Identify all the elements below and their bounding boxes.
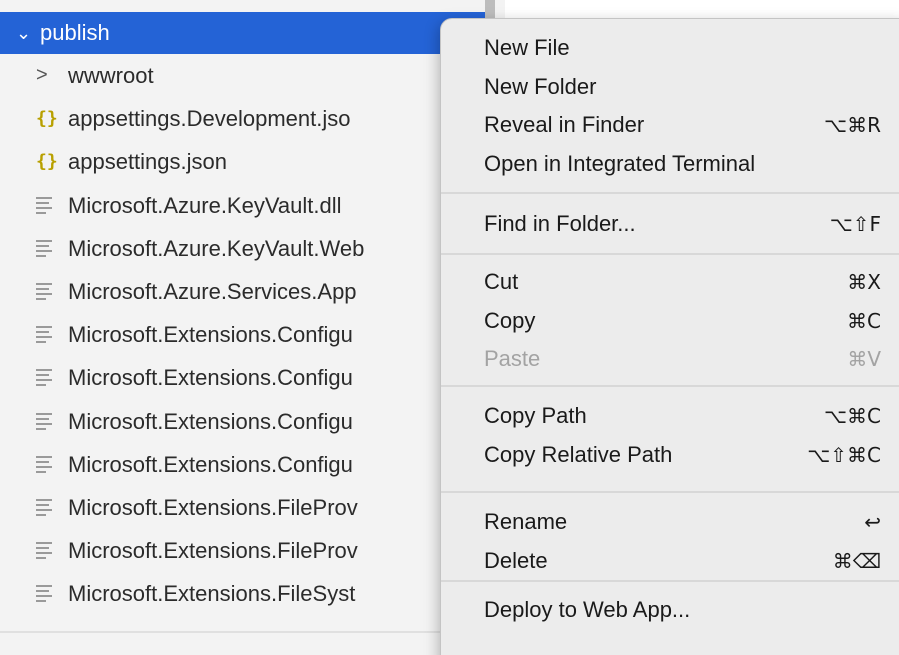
menu-item-label: Deploy to Web App...: [484, 597, 691, 622]
file-lines-icon: [36, 585, 52, 603]
menu-item-rename[interactable]: Rename ↩: [441, 503, 899, 542]
tree-item-label: appsettings.Development.jso: [68, 106, 351, 132]
tree-item[interactable]: Microsoft.Extensions.Configu: [0, 313, 485, 356]
tree-item[interactable]: {} appsettings.Development.jso: [0, 97, 485, 140]
tree-item[interactable]: Microsoft.Azure.KeyVault.dll: [0, 184, 485, 227]
tree-item[interactable]: Microsoft.Extensions.Configu: [0, 356, 485, 399]
file-lines-icon: [36, 455, 52, 474]
menu-item-shortcut: ⌘⌫: [832, 548, 881, 573]
menu-item-shortcut: ⌥⇧⌘C: [807, 442, 881, 467]
menu-item-label: Rename: [484, 509, 568, 534]
menu-item-shortcut: ⌥⌘C: [823, 404, 881, 428]
tree-item[interactable]: {} appsettings.json: [0, 140, 485, 183]
menu-separator: [441, 580, 899, 582]
menu-group: Cut ⌘X Copy ⌘C Paste ⌘V: [441, 263, 899, 379]
tree-item-label: wwwroot: [68, 63, 154, 88]
menu-group: Find in Folder... ⌥⇧F: [441, 205, 899, 244]
tree-item-label: appsettings.json: [68, 149, 227, 175]
json-icon: {}: [36, 151, 58, 173]
menu-group: New File New Folder Reveal in Finder ⌥⌘R Ope…: [441, 29, 899, 183]
tree-folder-label: publish: [40, 20, 110, 45]
tree-item-label: Microsoft.Azure.KeyVault.dll: [68, 192, 342, 218]
tree-item-label: Microsoft.Extensions.FileProv: [68, 538, 358, 564]
menu-item-shortcut: ↩: [864, 510, 881, 534]
file-lines-icon: [36, 412, 52, 431]
menu-group: Rename ↩ Delete ⌘⌫: [441, 503, 899, 580]
menu-item-label: Reveal in Finder: [484, 112, 645, 137]
context-menu: New File New Folder Reveal in Finder ⌥⌘R Ope…: [440, 18, 899, 655]
tree-item-list: > wwwroot {} appsettings.Development.jso {} a…: [0, 54, 485, 615]
menu-separator: [441, 491, 899, 493]
menu-item-reveal-in-finder[interactable]: Reveal in Finder ⌥⌘R: [441, 106, 899, 145]
menu-item-label: Copy Path: [484, 403, 587, 428]
tree-item[interactable]: Microsoft.Azure.KeyVault.Web: [0, 227, 485, 270]
menu-separator: [441, 385, 899, 387]
file-lines-icon: [36, 326, 52, 344]
tree-item-label: Microsoft.Extensions.Configu: [68, 451, 353, 477]
menu-separator: [441, 253, 899, 255]
file-lines-icon: [36, 369, 52, 387]
menu-item-new-folder[interactable]: New Folder: [441, 68, 899, 107]
menu-item-find-in-folder[interactable]: Find in Folder... ⌥⇧F: [441, 205, 899, 244]
menu-item-shortcut: ⌘V: [847, 347, 881, 371]
tree-item[interactable]: Microsoft.Extensions.Configu: [0, 400, 485, 443]
screen: ⌄ publish > wwwroot {} appsettings.Developm…: [0, 0, 899, 655]
menu-item-deploy-to-web-app[interactable]: Deploy to Web App...: [441, 591, 899, 630]
menu-item-paste: Paste ⌘V: [441, 340, 899, 379]
menu-group: Deploy to Web App...: [441, 591, 899, 630]
tree-item-label: Microsoft.Extensions.FileProv: [68, 494, 358, 520]
explorer-panel: ⌄ publish > wwwroot {} appsettings.Developm…: [0, 0, 505, 655]
menu-item-label: Cut: [484, 269, 519, 294]
file-lines-icon: [36, 498, 52, 517]
menu-item-copy-relative-path[interactable]: Copy Relative Path ⌥⇧⌘C: [441, 436, 899, 475]
tree-item-label: Microsoft.Extensions.FileSyst: [68, 581, 356, 607]
menu-item-label: Open in Integrated Terminal: [484, 150, 756, 176]
menu-item-label: New File: [484, 35, 570, 60]
tree-item[interactable]: Microsoft.Extensions.FileSyst: [0, 572, 485, 615]
menu-item-shortcut: ⌘C: [847, 308, 881, 333]
menu-item-shortcut: ⌥⌘R: [824, 113, 881, 137]
menu-item-label: Delete: [484, 547, 548, 573]
menu-item-label: New Folder: [484, 73, 597, 99]
menu-separator: [441, 192, 899, 194]
tree-item-label: Microsoft.Extensions.Configu: [68, 408, 353, 434]
tree-item[interactable]: > wwwroot: [0, 54, 485, 97]
tree-item-label: Microsoft.Azure.KeyVault.Web: [68, 235, 365, 261]
menu-item-copy-path[interactable]: Copy Path ⌥⌘C: [441, 397, 899, 436]
tree-item[interactable]: Microsoft.Extensions.FileProv: [0, 529, 485, 572]
menu-item-delete[interactable]: Delete ⌘⌫: [441, 542, 899, 581]
menu-item-label: Copy: [484, 307, 536, 333]
chevron-down-icon: ⌄: [16, 23, 32, 43]
file-lines-icon: [36, 239, 52, 258]
menu-item-label: Copy Relative Path: [484, 441, 673, 467]
explorer-divider: [0, 631, 505, 633]
menu-item-open-in-integrated-terminal[interactable]: Open in Integrated Terminal: [441, 145, 899, 184]
tree-item[interactable]: Microsoft.Extensions.Configu: [0, 443, 485, 486]
menu-item-new-file[interactable]: New File: [441, 29, 899, 68]
chevron-right-icon: >: [36, 64, 48, 86]
menu-item-shortcut: ⌥⇧F: [829, 212, 881, 236]
menu-group: Copy Path ⌥⌘C Copy Relative Path ⌥⇧⌘C: [441, 397, 899, 474]
tree-item[interactable]: Microsoft.Azure.Services.App: [0, 270, 485, 313]
menu-item-shortcut: ⌘X: [847, 270, 881, 294]
menu-item-label: Paste: [484, 346, 541, 371]
file-lines-icon: [36, 196, 52, 215]
tree-item-label: Microsoft.Azure.Services.App: [68, 278, 357, 304]
tree-item[interactable]: Microsoft.Extensions.FileProv: [0, 486, 485, 529]
explorer-scrollbar[interactable]: [485, 0, 495, 20]
file-lines-icon: [36, 282, 52, 301]
tree-folder-publish[interactable]: ⌄ publish: [0, 12, 485, 54]
menu-item-copy[interactable]: Copy ⌘C: [441, 302, 899, 341]
tree-item-label: Microsoft.Extensions.Configu: [68, 365, 353, 391]
menu-item-cut[interactable]: Cut ⌘X: [441, 263, 899, 302]
file-lines-icon: [36, 542, 52, 560]
json-icon: {}: [36, 108, 58, 130]
tree-item-label: Microsoft.Extensions.Configu: [68, 322, 353, 348]
menu-item-label: Find in Folder...: [484, 211, 636, 236]
